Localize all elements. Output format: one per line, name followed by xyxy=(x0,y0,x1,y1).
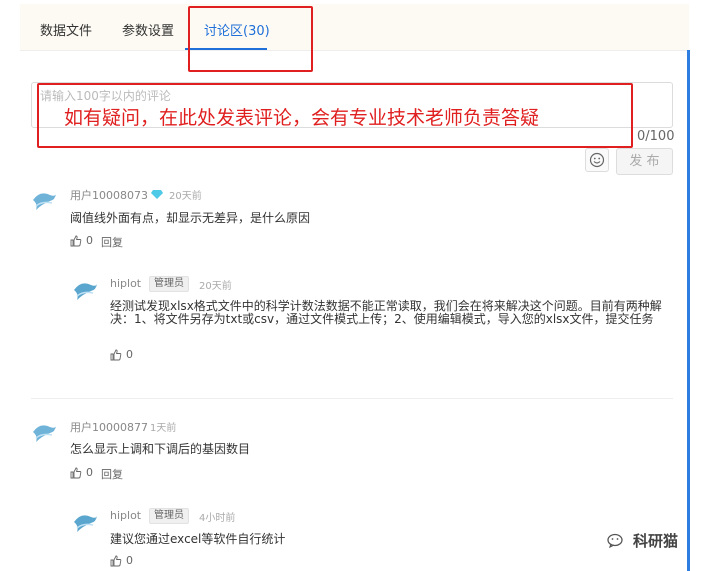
smiley-icon xyxy=(589,152,605,168)
annotation-box-tab xyxy=(188,6,313,72)
comment-username: 用户10008073 xyxy=(70,189,148,202)
comment-divider xyxy=(31,398,673,399)
reply-username: hiplot xyxy=(110,277,142,290)
avatar-fish-icon xyxy=(74,515,97,532)
tab-parameters[interactable]: 参数设置 xyxy=(122,20,174,39)
tab-data-files[interactable]: 数据文件 xyxy=(40,20,92,39)
like-count: 0 xyxy=(126,554,133,567)
like-button[interactable]: 0 xyxy=(110,348,133,361)
thumbs-up-icon xyxy=(70,235,82,246)
vip-diamond-icon xyxy=(151,190,163,199)
comment-content: 阈值线外面有点，却显示无差异，是什么原因 xyxy=(70,211,311,225)
avatar-fish-icon xyxy=(33,425,56,442)
like-button[interactable]: 0 xyxy=(70,466,93,479)
admin-badge: 管理员 xyxy=(149,276,189,292)
char-counter: 0/100 xyxy=(637,129,675,144)
like-count: 0 xyxy=(126,348,133,361)
admin-badge: 管理员 xyxy=(149,508,189,524)
like-button[interactable]: 0 xyxy=(70,234,93,247)
thumbs-up-icon xyxy=(70,467,82,478)
wechat-icon xyxy=(607,533,623,548)
watermark: 科研猫 xyxy=(607,530,678,551)
like-button[interactable]: 0 xyxy=(110,554,133,567)
reply-button[interactable]: 回复 xyxy=(101,234,123,250)
watermark-text: 科研猫 xyxy=(633,532,679,550)
emoji-button[interactable] xyxy=(585,148,609,172)
like-count: 0 xyxy=(86,466,93,479)
like-count: 0 xyxy=(86,234,93,247)
avatar-fish-icon xyxy=(33,193,56,210)
comment-content: 怎么显示上调和下调后的基因数目 xyxy=(70,442,251,456)
comment-time: 1天前 xyxy=(150,423,177,434)
reply-button[interactable]: 回复 xyxy=(101,466,123,482)
tabs-bar: 数据文件 参数设置 讨论区(30) xyxy=(20,4,689,51)
annotation-hint-text: 如有疑问，在此处发表评论，会有专业技术老师负责答疑 xyxy=(64,107,540,129)
post-button[interactable]: 发 布 xyxy=(616,148,673,175)
thumbs-up-icon xyxy=(110,349,122,360)
reply-time: 20天前 xyxy=(199,281,232,292)
reply-content: 建议您通过excel等软件自行统计 xyxy=(110,532,286,546)
comment-time: 20天前 xyxy=(169,191,202,202)
reply-username: hiplot xyxy=(110,509,142,522)
reply-content: 经测试发现xlsx格式文件中的科学计数法数据不能正常读取，我们会在将来解决这个问… xyxy=(110,299,662,326)
scrollbar[interactable] xyxy=(687,50,690,571)
comment-username: 用户10000877 xyxy=(70,421,148,434)
thumbs-up-icon xyxy=(110,555,122,566)
reply-time: 4小时前 xyxy=(199,513,236,524)
avatar-fish-icon xyxy=(74,283,97,300)
